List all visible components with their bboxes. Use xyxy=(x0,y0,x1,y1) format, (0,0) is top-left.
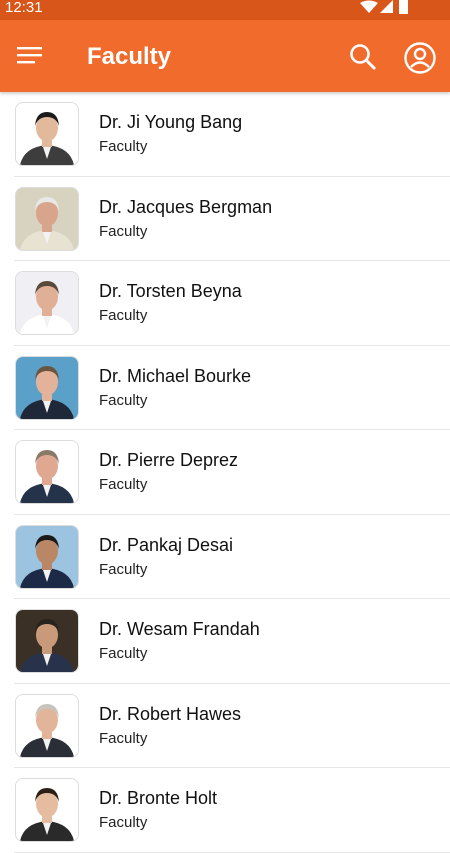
account-button[interactable] xyxy=(403,41,437,75)
faculty-name: Dr. Bronte Holt xyxy=(99,788,218,808)
list-item[interactable]: Dr. Wesam Frandah Faculty xyxy=(14,599,450,684)
faculty-role: Faculty xyxy=(99,391,148,409)
avatar xyxy=(15,271,79,335)
faculty-role: Faculty xyxy=(99,138,148,155)
faculty-name: Dr. Ji Young Bang xyxy=(99,112,243,132)
faculty-name: Dr. Robert Hawes xyxy=(99,703,242,724)
faculty-role: Faculty xyxy=(99,814,148,831)
faculty-name: Dr. Michael Bourke xyxy=(99,365,252,386)
avatar xyxy=(15,355,79,420)
avatar xyxy=(15,186,79,251)
faculty-list: Dr. Ji Young Bang Faculty Dr. Jacques Berg… xyxy=(0,92,450,853)
status-time: 12:31 xyxy=(5,0,43,16)
wifi-icon xyxy=(360,0,378,13)
faculty-name: Dr. Wesam Frandah xyxy=(99,619,260,639)
faculty-role: Faculty xyxy=(99,307,148,324)
list-item[interactable]: Dr. Jacques Bergman Faculty xyxy=(14,177,450,261)
list-item[interactable]: Dr. Bronte Holt Faculty xyxy=(14,768,450,853)
avatar xyxy=(15,102,79,166)
faculty-name: Dr. Jacques Bergman xyxy=(99,196,273,217)
avatar xyxy=(15,693,79,758)
faculty-role: Faculty xyxy=(99,560,148,578)
avatar xyxy=(15,524,79,589)
faculty-name: Dr. Pankaj Desai xyxy=(99,534,234,555)
avatar xyxy=(15,609,79,673)
faculty-role: Faculty xyxy=(99,729,148,747)
faculty-role: Faculty xyxy=(99,476,148,493)
account-icon xyxy=(404,42,436,74)
search-button[interactable] xyxy=(348,42,378,72)
list-item[interactable]: Dr. Torsten Beyna Faculty xyxy=(14,261,450,346)
status-bar: 12:31 xyxy=(0,0,450,20)
avatar xyxy=(15,778,79,842)
page-title: Faculty xyxy=(87,43,172,70)
signal-icon xyxy=(380,0,393,13)
list-item[interactable]: Dr. Pankaj Desai Faculty xyxy=(14,515,450,599)
battery-icon xyxy=(399,0,408,14)
faculty-role: Faculty xyxy=(99,222,148,240)
list-item[interactable]: Dr. Michael Bourke Faculty xyxy=(14,346,450,430)
menu-icon xyxy=(17,47,42,64)
list-item[interactable]: Dr. Robert Hawes Faculty xyxy=(14,684,450,768)
list-item[interactable]: Dr. Ji Young Bang Faculty xyxy=(14,92,450,177)
avatar xyxy=(15,440,79,504)
app-bar: Faculty xyxy=(0,20,450,92)
menu-button[interactable] xyxy=(16,43,44,69)
status-icons xyxy=(360,0,420,14)
faculty-name: Dr. Torsten Beyna xyxy=(99,281,242,301)
list-item[interactable]: Dr. Pierre Deprez Faculty xyxy=(14,430,450,515)
faculty-role: Faculty xyxy=(99,645,148,662)
faculty-name: Dr. Pierre Deprez xyxy=(99,450,239,470)
search-icon xyxy=(350,44,377,71)
